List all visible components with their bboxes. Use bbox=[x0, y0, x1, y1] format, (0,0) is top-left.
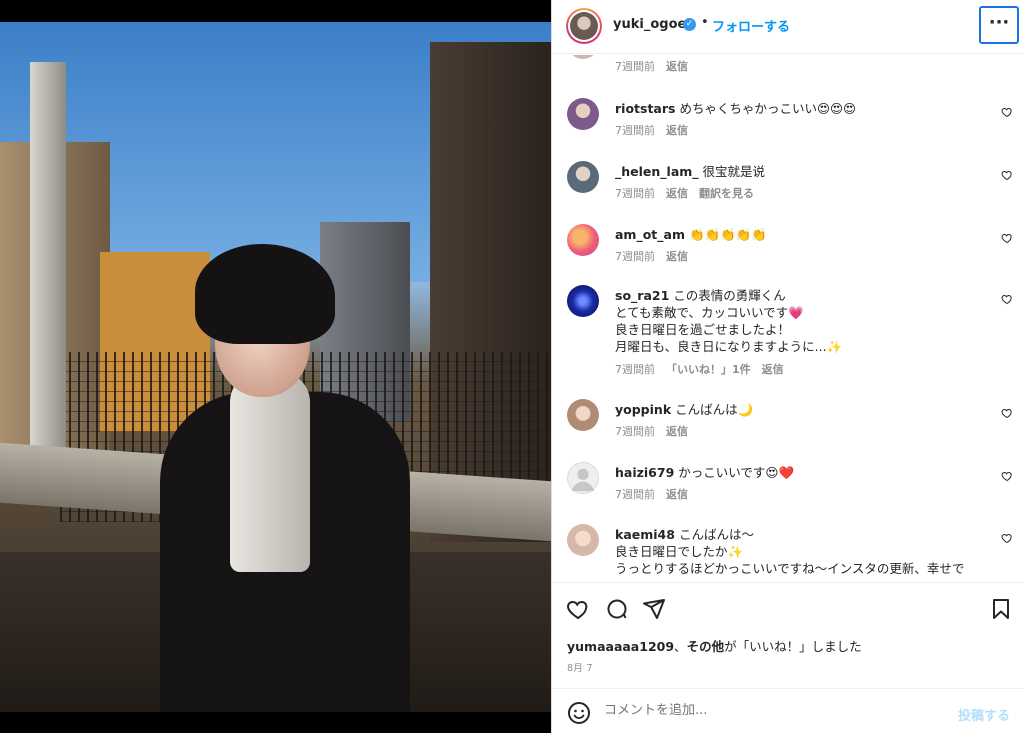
emoji-smiley-icon[interactable] bbox=[567, 701, 591, 725]
default-user-icon bbox=[571, 468, 595, 492]
photo-person-turtleneck bbox=[230, 372, 310, 572]
like-comment-heart-icon[interactable] bbox=[1001, 106, 1013, 118]
comment-username[interactable]: so_ra21 bbox=[615, 288, 669, 303]
comment-username[interactable]: _helen_lam_ bbox=[615, 164, 699, 179]
comment-meta: 7週間前 「いいね！」1件 返信 bbox=[615, 361, 795, 377]
like-comment-heart-icon[interactable] bbox=[1001, 232, 1013, 244]
comment-text: yoppink こんばんは🌙 bbox=[615, 401, 985, 418]
comment-avatar[interactable] bbox=[567, 55, 599, 59]
like-comment-heart-icon[interactable] bbox=[1001, 293, 1013, 305]
follow-button[interactable]: フォローする bbox=[712, 16, 790, 35]
comment-item: am_ot_am 👏👏👏👏👏 7週間前 返信 bbox=[552, 224, 1024, 284]
comment-meta: 7週間前 返信 bbox=[615, 58, 699, 74]
likes-separator: 、 bbox=[674, 639, 687, 654]
comment-avatar[interactable] bbox=[567, 285, 599, 317]
reply-button[interactable]: 返信 bbox=[666, 60, 688, 73]
comment-content: 很宝就是说 bbox=[702, 164, 766, 179]
post-header: yuki_ogoe ✓ • フォローする ··· bbox=[552, 0, 1024, 54]
comment-item: so_ra21 この表情の勇輝くん とても素敵で、カッコいいです💗 良き日曜日を過… bbox=[552, 285, 1024, 385]
like-comment-heart-icon[interactable] bbox=[1001, 470, 1013, 482]
post-actions-bar bbox=[552, 582, 1024, 634]
post-photo[interactable] bbox=[0, 0, 551, 733]
comment-text: _helen_lam_ 很宝就是说 bbox=[615, 163, 985, 180]
reply-button[interactable]: 返信 bbox=[666, 187, 688, 200]
reply-button[interactable]: 返信 bbox=[666, 425, 688, 438]
likes-first-user[interactable]: yumaaaaa1209 bbox=[567, 639, 674, 654]
comment-likes-count[interactable]: 「いいね！」1件 bbox=[666, 363, 751, 376]
comment-meta: 7週間前 返信 翻訳を見る bbox=[615, 185, 765, 201]
author-username[interactable]: yuki_ogoe bbox=[613, 17, 686, 32]
see-translation-button[interactable]: 翻訳を見る bbox=[699, 187, 754, 200]
comment-content: 👏👏👏👏👏 bbox=[688, 227, 767, 242]
comment-item: haizi679 かっこいいです😍❤️ 7週間前 返信 bbox=[552, 462, 1024, 522]
share-paper-plane-icon[interactable] bbox=[642, 597, 666, 621]
comment-content: かっこいいです😍❤️ bbox=[678, 465, 795, 480]
comment-avatar[interactable] bbox=[567, 399, 599, 431]
comment-avatar-default[interactable] bbox=[567, 462, 599, 494]
comment-time: 7週間前 bbox=[615, 124, 655, 137]
author-avatar[interactable] bbox=[566, 8, 602, 44]
comment-item: _helen_lam_ 很宝就是说 7週間前 返信 翻訳を見る bbox=[552, 161, 1024, 221]
comment-avatar[interactable] bbox=[567, 224, 599, 256]
comment-item: 7週間前 返信 bbox=[552, 55, 1024, 87]
comment-avatar[interactable] bbox=[567, 161, 599, 193]
comment-text: riotstars めちゃくちゃかっこいい😍😍😍 bbox=[615, 100, 985, 117]
reply-button[interactable]: 返信 bbox=[666, 488, 688, 501]
comment-time: 7週間前 bbox=[615, 425, 655, 438]
reply-button[interactable]: 返信 bbox=[666, 250, 688, 263]
comment-meta: 7週間前 返信 bbox=[615, 122, 699, 138]
comment-input[interactable] bbox=[604, 703, 924, 718]
comment-avatar[interactable] bbox=[567, 98, 599, 130]
likes-summary[interactable]: yumaaaaa1209、その他が「いいね！」しました bbox=[567, 636, 862, 655]
comment-time: 7週間前 bbox=[615, 187, 655, 200]
post-date: 8月 7 bbox=[567, 663, 593, 674]
likes-others-link[interactable]: その他 bbox=[687, 639, 725, 654]
comment-username[interactable]: haizi679 bbox=[615, 465, 674, 480]
reply-button[interactable]: 返信 bbox=[762, 363, 784, 376]
comment-item: riotstars めちゃくちゃかっこいい😍😍😍 7週間前 返信 bbox=[552, 98, 1024, 158]
more-options-button[interactable]: ··· bbox=[979, 6, 1019, 44]
photo-person-hair bbox=[195, 244, 335, 344]
comment-item: kaemi48 こんばんは〜 良き日曜日でしたか✨ うっとりするほどかっこいいです… bbox=[552, 524, 1024, 582]
comment-time: 7週間前 bbox=[615, 488, 655, 501]
comment-text: haizi679 かっこいいです😍❤️ bbox=[615, 464, 985, 481]
photo-image bbox=[0, 22, 551, 712]
comment-username[interactable]: kaemi48 bbox=[615, 527, 675, 542]
comment-meta: 7週間前 返信 bbox=[615, 248, 699, 264]
comment-username[interactable]: yoppink bbox=[615, 402, 671, 417]
comment-content: こんばんは🌙 bbox=[675, 402, 754, 417]
comment-content: めちゃくちゃかっこいい😍😍😍 bbox=[679, 101, 857, 116]
like-comment-heart-icon[interactable] bbox=[1001, 532, 1013, 544]
comment-avatar[interactable] bbox=[567, 524, 599, 556]
post-comment-button[interactable]: 投稿する bbox=[958, 705, 1010, 724]
header-separator: • bbox=[701, 15, 709, 30]
verified-badge-icon: ✓ bbox=[683, 18, 696, 31]
comment-time: 7週間前 bbox=[615, 60, 655, 73]
comment-bubble-icon[interactable] bbox=[605, 597, 629, 621]
comment-meta: 7週間前 返信 bbox=[615, 423, 699, 439]
comments-list[interactable]: 7週間前 返信 riotstars めちゃくちゃかっこいい😍😍😍 7週間前 返信 _h… bbox=[552, 55, 1024, 582]
add-comment-bar: 投稿する bbox=[552, 688, 1024, 733]
comment-time: 7週間前 bbox=[615, 363, 655, 376]
save-bookmark-icon[interactable] bbox=[989, 597, 1013, 621]
post-detail-panel: yuki_ogoe ✓ • フォローする ··· 7週間前 返信 riotstar… bbox=[551, 0, 1024, 733]
comment-username[interactable]: am_ot_am bbox=[615, 227, 685, 242]
like-heart-icon[interactable] bbox=[566, 597, 590, 621]
like-comment-heart-icon[interactable] bbox=[1001, 169, 1013, 181]
photo-pole bbox=[30, 62, 66, 462]
comment-text: kaemi48 こんばんは〜 良き日曜日でしたか✨ うっとりするほどかっこいいです… bbox=[615, 526, 985, 577]
like-comment-heart-icon[interactable] bbox=[1001, 407, 1013, 419]
comment-username[interactable]: riotstars bbox=[615, 101, 675, 116]
comment-text: am_ot_am 👏👏👏👏👏 bbox=[615, 226, 985, 243]
comment-meta: 7週間前 返信 bbox=[615, 486, 699, 502]
likes-suffix: が「いいね！」しました bbox=[724, 639, 862, 654]
reply-button[interactable]: 返信 bbox=[666, 124, 688, 137]
comment-time: 7週間前 bbox=[615, 250, 655, 263]
comment-item: yoppink こんばんは🌙 7週間前 返信 bbox=[552, 399, 1024, 459]
comment-text: so_ra21 この表情の勇輝くん とても素敵で、カッコいいです💗 良き日曜日を過… bbox=[615, 287, 985, 355]
